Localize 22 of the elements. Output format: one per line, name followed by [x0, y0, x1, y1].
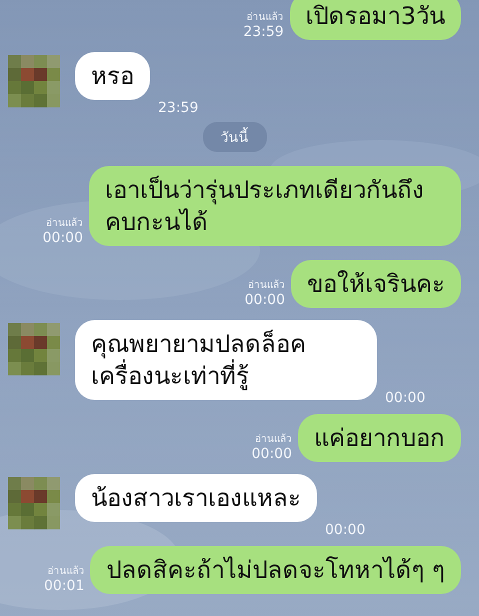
message-bubble: ขอให้เจรินคะ: [291, 260, 461, 308]
message-bubble: หรอ: [75, 52, 150, 100]
message-time: 00:01: [44, 578, 84, 594]
message-bubble: เปิดรอมา3วัน: [290, 0, 461, 40]
message-time: 00:00: [385, 390, 426, 406]
message-time: 00:00: [325, 522, 366, 538]
read-receipt: อ่านแล้ว: [248, 278, 285, 292]
message-bubble: ปลดสิคะถ้าไม่ปลดจะโทหาได้ๆ ๆ: [90, 546, 461, 594]
read-receipt: อ่านแล้ว: [246, 10, 284, 24]
message-bubble: แค่อยากบอก: [298, 414, 461, 462]
message-bubble: น้องสาวเราเองแหละ: [75, 474, 317, 522]
date-label: วันนี้: [202, 122, 266, 152]
message-time: 00:00: [252, 446, 292, 462]
message-time: 00:00: [244, 292, 285, 308]
message-bubble: เอาเป็นว่ารุ่นประเภทเดียวกันถึงคบกะนได้: [89, 166, 461, 246]
message-time: 00:00: [42, 230, 83, 246]
message-bubble: คุณพยายามปลดล็อคเครื่องนะเท่าที่รู้: [75, 320, 377, 400]
read-receipt: อ่านแล้ว: [46, 216, 83, 230]
read-receipt: อ่านแล้ว: [47, 564, 84, 578]
read-receipt: อ่านแล้ว: [255, 432, 292, 446]
message-time: 23:59: [243, 24, 284, 40]
message-time: 23:59: [158, 100, 198, 116]
